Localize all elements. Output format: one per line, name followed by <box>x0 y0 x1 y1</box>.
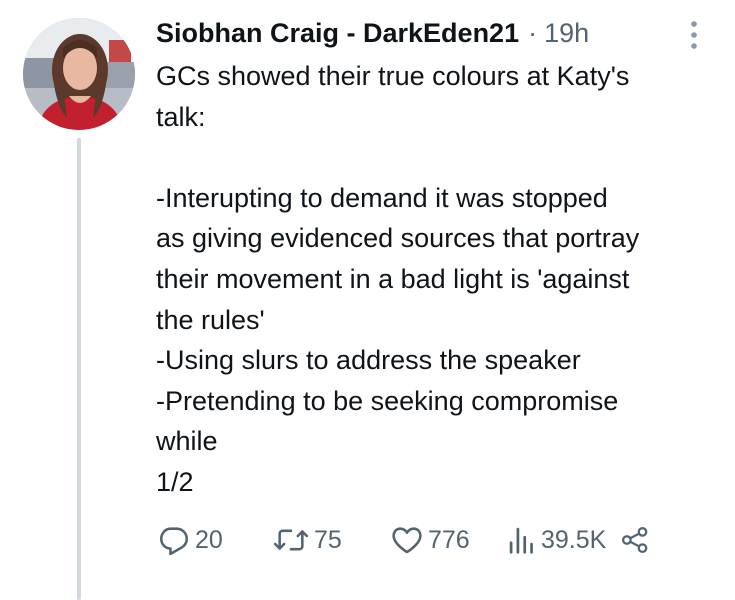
heart-icon <box>392 527 422 554</box>
tweet-text-line: as giving evidenced sources that portray <box>156 223 640 254</box>
tweet-text-line: talk: <box>156 101 206 132</box>
tweet-text-line: -Interupting to demand it was stopped <box>156 182 608 213</box>
tweet-text-line: -Pretending to be seeking compromise <box>156 385 619 416</box>
author-name[interactable]: Siobhan Craig - DarkEden21 <box>156 14 519 52</box>
views-button[interactable]: 39.5K <box>507 520 606 560</box>
tweet-text-line: 1/2 <box>156 466 194 497</box>
tweet-text: GCs showed their true colours at Katy's … <box>156 56 716 503</box>
like-button[interactable]: 776 <box>390 520 470 560</box>
tweet-text-line: -Using slurs to address the speaker <box>156 345 581 376</box>
action-bar: 20 75 776 39.5K <box>0 520 735 560</box>
tweet-text-line: while <box>156 426 218 457</box>
like-count: 776 <box>428 525 470 554</box>
tweet-text-line: their movement in a bad light is 'agains… <box>156 263 630 294</box>
views-count: 39.5K <box>541 525 607 554</box>
header-separator: · <box>528 18 538 48</box>
share-icon <box>622 527 648 553</box>
more-vertical-icon <box>691 21 697 49</box>
tweet-text-line: GCs showed their true colours at Katy's <box>156 61 630 91</box>
more-options-button[interactable] <box>683 18 705 52</box>
tweet[interactable]: Siobhan Craig - DarkEden21 · 19h GCs sho… <box>0 0 735 600</box>
share-button[interactable] <box>620 520 650 560</box>
tweet-text-line <box>156 137 716 178</box>
reply-count: 20 <box>195 525 223 554</box>
tweet-timestamp[interactable]: 19h <box>544 14 589 52</box>
views-bar-chart-icon <box>509 527 533 554</box>
retweet-count: 75 <box>314 525 342 554</box>
retweet-button[interactable]: 75 <box>272 520 342 560</box>
tweet-header: Siobhan Craig - DarkEden21 · 19h <box>156 14 705 54</box>
tweet-text-line: the rules' <box>156 304 265 335</box>
avatar[interactable] <box>23 18 135 130</box>
reply-button[interactable]: 20 <box>157 520 223 560</box>
reply-icon <box>159 527 189 556</box>
avatar-image <box>23 18 135 130</box>
retweet-icon <box>273 529 309 551</box>
